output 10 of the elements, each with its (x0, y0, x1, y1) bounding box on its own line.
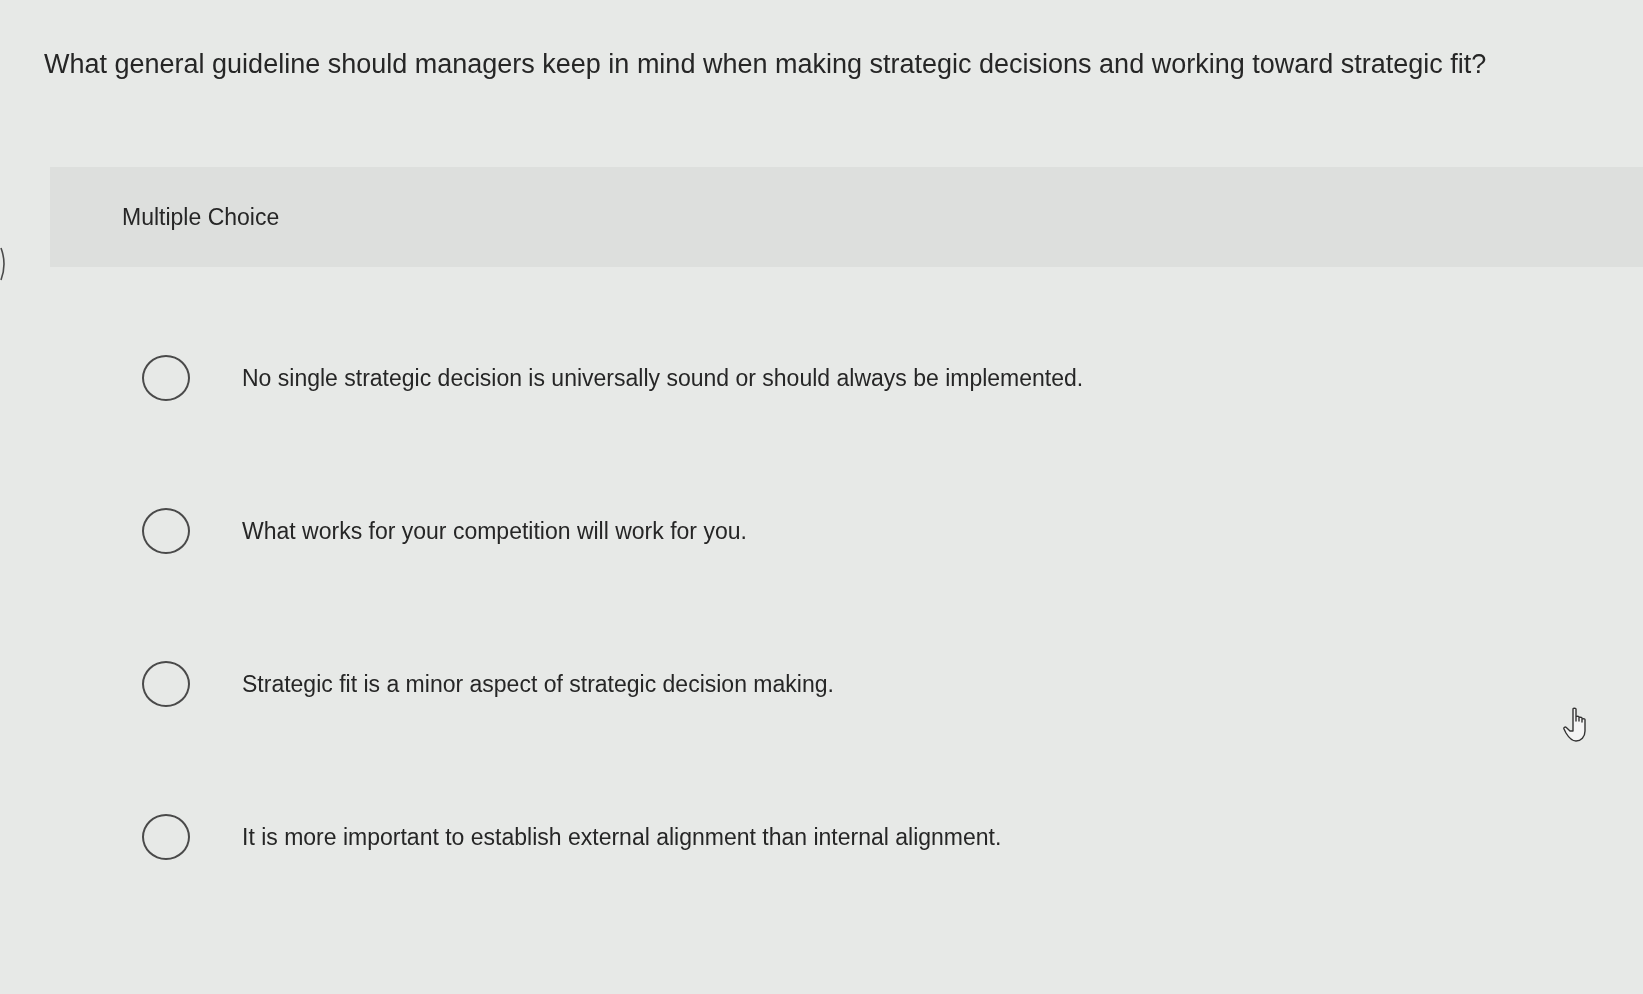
question-text: What general guideline should managers keep in mind when making strategic decisions and working toward strategic fit? (43, 48, 1488, 81)
option-text: What works for your competition will work for you. (242, 516, 747, 546)
radio-button[interactable] (142, 507, 190, 554)
option-text: Strategic fit is a minor aspect of strategic decision making. (242, 669, 834, 699)
option-text: It is more important to establish external alignment than internal alignment. (242, 822, 1002, 852)
radio-button[interactable] (142, 813, 190, 860)
radio-button[interactable] (142, 354, 190, 401)
section-heading: Multiple Choice (122, 203, 280, 233)
option-text: No single strategic decision is universally sound or should always be implemented. (242, 363, 1084, 393)
radio-button[interactable] (142, 660, 190, 707)
